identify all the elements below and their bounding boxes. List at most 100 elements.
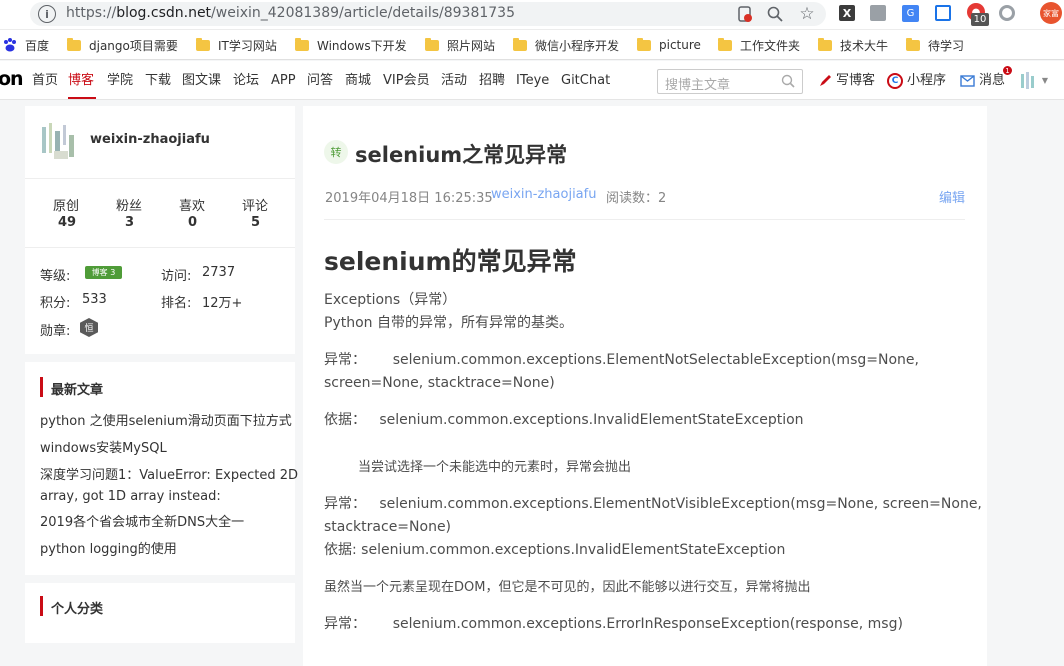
- nav-iteye[interactable]: ITeye: [516, 72, 549, 90]
- stat-value-likes: 0: [188, 215, 198, 230]
- write-blog-link[interactable]: 写博客: [836, 72, 875, 90]
- bookmark-star-icon[interactable]: ☆: [797, 4, 817, 24]
- search-placeholder: 搜博主文章: [665, 78, 731, 93]
- nav-blog[interactable]: 博客: [68, 72, 94, 90]
- article-text: 异常： selenium.common.exceptions.ElementNo…: [324, 352, 919, 368]
- section-accent-bar: [40, 377, 43, 397]
- article-text: Exceptions（异常）: [324, 292, 457, 308]
- bookmark-label: 技术大牛: [840, 38, 889, 53]
- csdn-logo[interactable]: on: [0, 68, 24, 90]
- nav-vip[interactable]: VIP会员: [383, 72, 430, 90]
- edit-link[interactable]: 编辑: [939, 187, 965, 206]
- stat-label-comments: 评论: [242, 199, 269, 214]
- zoom-icon[interactable]: [766, 5, 784, 23]
- write-blog-icon[interactable]: [817, 73, 832, 88]
- nav-academy[interactable]: 学院: [107, 72, 133, 90]
- blocked-popup-icon[interactable]: [737, 5, 753, 23]
- folder-icon: [67, 37, 81, 51]
- nav-app[interactable]: APP: [271, 72, 296, 90]
- article-text: stacktrace=None): [324, 519, 452, 535]
- folder-icon: [818, 37, 832, 51]
- article-text: 依据: selenium.common.exceptions.InvalidEl…: [324, 542, 786, 558]
- recent-article-link[interactable]: 2019各个省会城市全新DNS大全一: [40, 512, 244, 534]
- user-avatar[interactable]: [1019, 70, 1037, 92]
- level-badge: 博客 3: [85, 266, 122, 279]
- url-host: blog.csdn.net: [116, 5, 212, 21]
- author-avatar[interactable]: [40, 121, 80, 161]
- extension-blue-icon[interactable]: [935, 5, 951, 21]
- translate-icon[interactable]: G: [902, 5, 919, 22]
- caret-down-icon[interactable]: ▼: [1040, 75, 1050, 85]
- bookmark-folder[interactable]: django项目需要: [67, 36, 178, 54]
- article-title: selenium之常见异常: [355, 143, 568, 167]
- article-heading: selenium的常见异常: [324, 247, 577, 276]
- nav-forum[interactable]: 论坛: [233, 72, 259, 90]
- messages-link[interactable]: 消息: [979, 72, 1005, 90]
- recent-article-link[interactable]: python logging的使用: [40, 539, 177, 561]
- folder-icon: [295, 37, 309, 51]
- profile-divider: [25, 178, 295, 179]
- url-text[interactable]: https://blog.csdn.net/weixin_42081389/ar…: [66, 3, 515, 23]
- bookmark-folder[interactable]: 技术大牛: [818, 36, 888, 54]
- points-value: 533: [82, 292, 107, 307]
- bookmark-label: picture: [659, 38, 701, 52]
- folder-icon: [513, 37, 527, 51]
- stat-value-comments: 5: [251, 215, 261, 230]
- bookmark-folder[interactable]: picture: [637, 36, 701, 54]
- bookmark-label: 待学习: [928, 38, 965, 53]
- mini-program-link[interactable]: 小程序: [907, 72, 946, 90]
- rank-value: 12万+: [202, 296, 243, 311]
- nav-download[interactable]: 下载: [145, 72, 171, 90]
- bookmark-folder[interactable]: Windows下开发: [295, 36, 407, 54]
- nav-gitchat[interactable]: GitChat: [561, 72, 610, 90]
- section-accent-bar: [40, 596, 43, 616]
- recent-article-link[interactable]: windows安装MySQL: [40, 438, 167, 460]
- message-count-badge: 1: [1003, 66, 1012, 75]
- nav-qa[interactable]: 问答: [307, 72, 333, 90]
- recent-article-link-cont[interactable]: array, got 1D array instead:: [40, 486, 221, 508]
- nav-home[interactable]: 首页: [32, 72, 58, 90]
- search-icon[interactable]: [780, 73, 796, 89]
- bookmark-folder[interactable]: IT学习网站: [196, 36, 277, 54]
- article-text: 异常： selenium.common.exceptions.ElementNo…: [324, 496, 982, 512]
- article-text: Python 自带的异常，所有异常的基类。: [324, 315, 573, 331]
- bookmark-label: 百度: [25, 38, 50, 53]
- profile-avatar[interactable]: 家富: [1040, 2, 1062, 24]
- baidu-paw-icon: [2, 37, 18, 53]
- stat-value-fans: 3: [125, 215, 135, 230]
- stats-divider: [25, 247, 295, 248]
- nav-store[interactable]: 商城: [345, 72, 371, 90]
- visits-label: 访问:: [161, 269, 192, 284]
- article-text: screen=None, stacktrace=None): [324, 375, 555, 391]
- extension-x-icon[interactable]: X: [839, 5, 855, 21]
- article-header-divider: [324, 219, 965, 220]
- article-text: 依据： selenium.common.exceptions.InvalidEl…: [324, 412, 804, 428]
- bookmark-baidu[interactable]: 百度: [25, 36, 49, 54]
- stat-value-original: 49: [58, 215, 77, 230]
- profile-username[interactable]: weixin-zhaojiafu: [90, 132, 210, 147]
- repost-tag: 转: [324, 140, 348, 164]
- article-text: 虽然当一个元素呈现在DOM，但它是不可见的，因此不能够以进行交互，异常将抛出: [324, 580, 811, 595]
- folder-icon: [718, 37, 732, 51]
- folder-icon: [425, 37, 439, 51]
- bookmark-folder[interactable]: 微信小程序开发: [513, 36, 619, 54]
- extension-badge: 10: [971, 13, 989, 26]
- recent-article-link[interactable]: 深度学习问题1：ValueError: Expected 2D: [40, 465, 298, 487]
- message-icon[interactable]: [960, 75, 975, 87]
- nav-events[interactable]: 活动: [441, 72, 467, 90]
- bookmark-label: Windows下开发: [317, 38, 407, 53]
- bookmark-label: django项目需要: [89, 38, 178, 53]
- info-icon[interactable]: i: [38, 5, 56, 23]
- level-label: 等级:: [40, 269, 71, 284]
- bookmark-folder[interactable]: 待学习: [906, 36, 964, 54]
- bookmark-folder[interactable]: 工作文件夹: [718, 36, 800, 54]
- bookmark-folder[interactable]: 照片网站: [425, 36, 495, 54]
- article-author-link[interactable]: weixin-zhaojiafu: [491, 187, 596, 202]
- recent-article-link[interactable]: python 之使用selenium滑动页面下拉方式: [40, 411, 292, 433]
- category-title: 个人分类: [51, 602, 104, 617]
- extension-gray-icon[interactable]: [870, 5, 886, 21]
- nav-jobs[interactable]: 招聘: [479, 72, 505, 90]
- extension-circle-icon[interactable]: [999, 5, 1015, 21]
- mini-program-icon[interactable]: C: [887, 73, 903, 89]
- nav-graphic-class[interactable]: 图文课: [182, 72, 221, 90]
